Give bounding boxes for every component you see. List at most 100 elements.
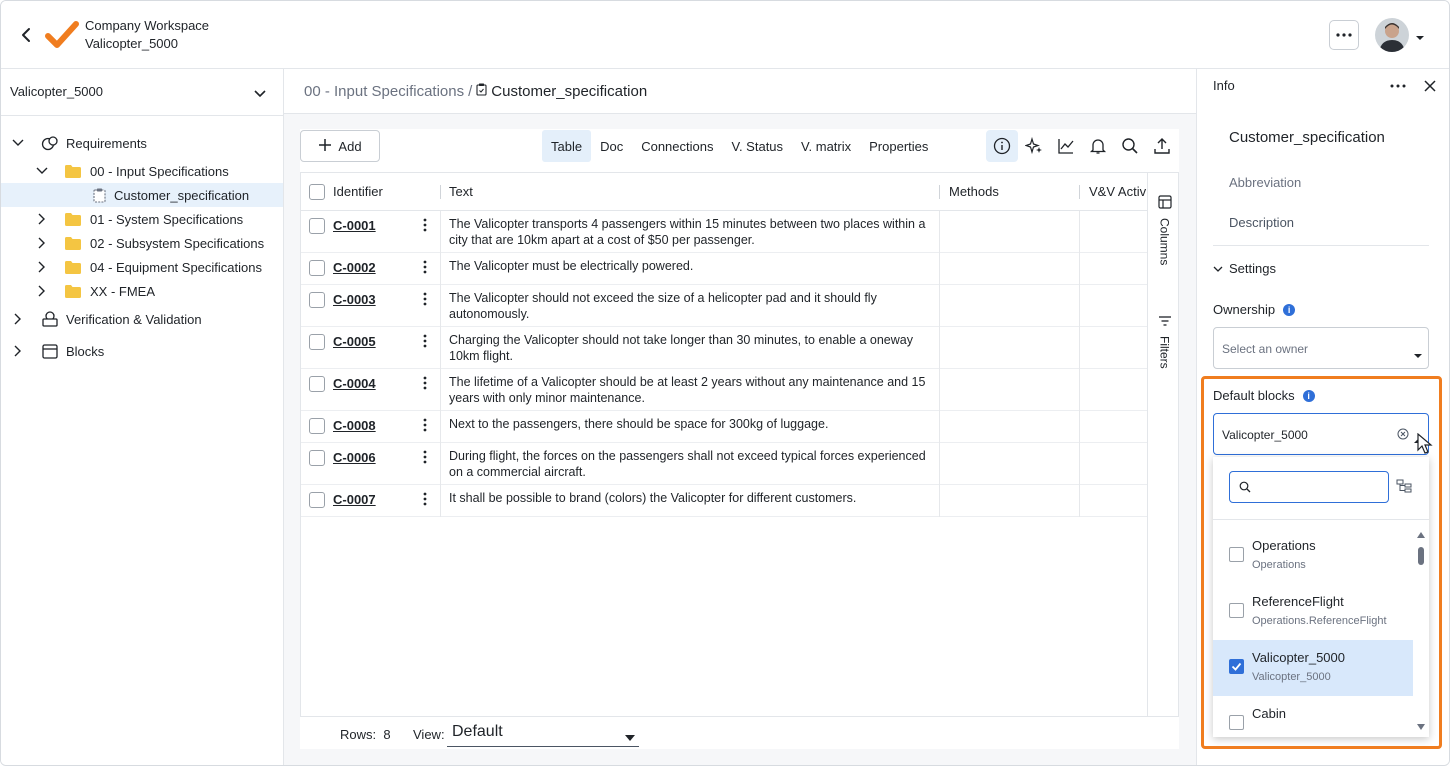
- project-selector[interactable]: Valicopter_5000: [1, 69, 284, 116]
- row-menu-icon[interactable]: [419, 449, 431, 465]
- row-menu-icon[interactable]: [419, 375, 431, 391]
- requirement-text[interactable]: During flight, the forces on the passeng…: [449, 448, 935, 480]
- caret-up-icon[interactable]: [1413, 432, 1423, 447]
- clear-icon[interactable]: [1397, 428, 1409, 443]
- ai-sparkle-icon[interactable]: [1018, 130, 1050, 162]
- description-field[interactable]: Description: [1229, 215, 1294, 230]
- row-menu-icon[interactable]: [419, 259, 431, 275]
- requirement-id-link[interactable]: C-0007: [333, 492, 376, 507]
- column-separator[interactable]: [440, 185, 441, 199]
- tree-item-blocks[interactable]: Blocks: [1, 339, 283, 363]
- bell-icon[interactable]: [1082, 130, 1114, 162]
- info-icon[interactable]: i: [1283, 303, 1296, 316]
- add-button[interactable]: Add: [300, 130, 380, 162]
- export-icon[interactable]: [1146, 130, 1178, 162]
- filters-panel-toggle[interactable]: Filters: [1148, 315, 1178, 369]
- dropdown-search-input[interactable]: [1256, 478, 1384, 496]
- tab-table[interactable]: Table: [542, 130, 592, 162]
- requirement-text[interactable]: It shall be possible to brand (colors) t…: [449, 490, 935, 506]
- dropdown-option-operations[interactable]: Operations Operations: [1213, 528, 1413, 584]
- table-row[interactable]: C-0005 Charging the Valicopter should not…: [301, 327, 1147, 369]
- user-avatar[interactable]: [1375, 18, 1409, 52]
- row-menu-icon[interactable]: [419, 491, 431, 507]
- requirement-text[interactable]: Charging the Valicopter should not take …: [449, 332, 935, 364]
- chevron-right-icon[interactable]: [35, 212, 49, 226]
- dropdown-option-valicopter-5000[interactable]: Valicopter_5000 Valicopter_5000: [1213, 640, 1413, 696]
- table-row[interactable]: C-0003 The Valicopter should not exceed t…: [301, 285, 1147, 327]
- tree-item-subsystem-specifications[interactable]: 02 - Subsystem Specifications: [1, 231, 283, 255]
- row-checkbox[interactable]: [309, 260, 325, 276]
- more-options-button[interactable]: [1329, 20, 1359, 50]
- tree-item-requirements[interactable]: Requirements: [1, 131, 283, 155]
- row-menu-icon[interactable]: [419, 291, 431, 307]
- requirement-id-link[interactable]: C-0004: [333, 376, 376, 391]
- column-header-vv-activities[interactable]: V&V Activ: [1089, 184, 1146, 199]
- tree-item-fmea[interactable]: XX - FMEA: [1, 279, 283, 303]
- requirement-id-link[interactable]: C-0001: [333, 218, 376, 233]
- tree-item-verification-validation[interactable]: Verification & Validation: [1, 307, 283, 331]
- table-row[interactable]: C-0006 During flight, the forces on the p…: [301, 443, 1147, 485]
- column-header-identifier[interactable]: Identifier: [333, 184, 383, 199]
- tab-doc[interactable]: Doc: [591, 130, 632, 162]
- tree-view-icon[interactable]: [1396, 479, 1412, 495]
- option-checkbox-checked[interactable]: [1229, 659, 1244, 674]
- tree-item-customer-specification[interactable]: Customer_specification: [1, 183, 283, 207]
- requirement-id-link[interactable]: C-0006: [333, 450, 376, 465]
- row-checkbox[interactable]: [309, 292, 325, 308]
- tab-v-status[interactable]: V. Status: [722, 130, 792, 162]
- dropdown-option-cabin[interactable]: Cabin: [1213, 696, 1413, 737]
- column-header-methods[interactable]: Methods: [949, 184, 999, 199]
- chevron-right-icon[interactable]: [35, 284, 49, 298]
- table-row[interactable]: C-0008 Next to the passengers, there shou…: [301, 411, 1147, 443]
- tree-item-input-specifications[interactable]: 00 - Input Specifications: [1, 159, 283, 183]
- tab-properties[interactable]: Properties: [860, 130, 937, 162]
- tab-v-matrix[interactable]: V. matrix: [792, 130, 860, 162]
- requirement-text[interactable]: Next to the passengers, there should be …: [449, 416, 935, 432]
- chevron-down-icon[interactable]: [1415, 30, 1427, 40]
- tab-connections[interactable]: Connections: [632, 130, 722, 162]
- row-checkbox[interactable]: [309, 492, 325, 508]
- chevron-down-icon[interactable]: [35, 164, 49, 178]
- column-header-text[interactable]: Text: [449, 184, 473, 199]
- more-options-icon[interactable]: [1387, 77, 1409, 95]
- row-menu-icon[interactable]: [419, 217, 431, 233]
- table-row[interactable]: C-0002 The Valicopter must be electricall…: [301, 253, 1147, 285]
- requirement-id-link[interactable]: C-0005: [333, 334, 376, 349]
- row-menu-icon[interactable]: [419, 417, 431, 433]
- requirement-id-link[interactable]: C-0002: [333, 260, 376, 275]
- row-checkbox[interactable]: [309, 418, 325, 434]
- table-row[interactable]: C-0004 The lifetime of a Valicopter shoul…: [301, 369, 1147, 411]
- chevron-right-icon[interactable]: [35, 260, 49, 274]
- requirement-id-link[interactable]: C-0008: [333, 418, 376, 433]
- column-separator[interactable]: [939, 185, 940, 199]
- close-icon[interactable]: [1422, 77, 1438, 95]
- info-icon[interactable]: i: [1302, 389, 1315, 402]
- requirement-text[interactable]: The Valicopter must be electrically powe…: [449, 258, 935, 274]
- row-checkbox[interactable]: [309, 450, 325, 466]
- requirement-text[interactable]: The Valicopter should not exceed the siz…: [449, 290, 935, 322]
- row-checkbox[interactable]: [309, 334, 325, 350]
- row-checkbox[interactable]: [309, 376, 325, 392]
- table-row[interactable]: C-0001 The Valicopter transports 4 passen…: [301, 211, 1147, 253]
- tree-item-system-specifications[interactable]: 01 - System Specifications: [1, 207, 283, 231]
- requirement-text[interactable]: The lifetime of a Valicopter should be a…: [449, 374, 935, 406]
- breadcrumb-parent[interactable]: 00 - Input Specifications: [304, 83, 464, 100]
- view-select[interactable]: Default: [447, 719, 639, 747]
- chart-icon[interactable]: [1050, 130, 1082, 162]
- row-checkbox[interactable]: [309, 218, 325, 234]
- dropdown-option-referenceflight[interactable]: ReferenceFlight Operations.ReferenceFlig…: [1213, 584, 1413, 640]
- requirement-text[interactable]: The Valicopter transports 4 passengers w…: [449, 216, 935, 248]
- column-separator[interactable]: [1079, 185, 1080, 199]
- chevron-right-icon[interactable]: [35, 236, 49, 250]
- select-all-checkbox[interactable]: [309, 184, 325, 200]
- table-row[interactable]: C-0007 It shall be possible to brand (col…: [301, 485, 1147, 517]
- abbreviation-field[interactable]: Abbreviation: [1229, 175, 1301, 190]
- dropdown-scrollbar[interactable]: [1415, 531, 1427, 731]
- chevron-right-icon[interactable]: [11, 344, 25, 358]
- info-icon[interactable]: [986, 130, 1018, 162]
- default-blocks-select[interactable]: Valicopter_5000: [1213, 413, 1429, 455]
- chevron-right-icon[interactable]: [11, 312, 25, 326]
- tree-item-equipment-specifications[interactable]: 04 - Equipment Specifications: [1, 255, 283, 279]
- search-icon[interactable]: [1114, 130, 1146, 162]
- owner-select[interactable]: Select an owner: [1213, 327, 1429, 369]
